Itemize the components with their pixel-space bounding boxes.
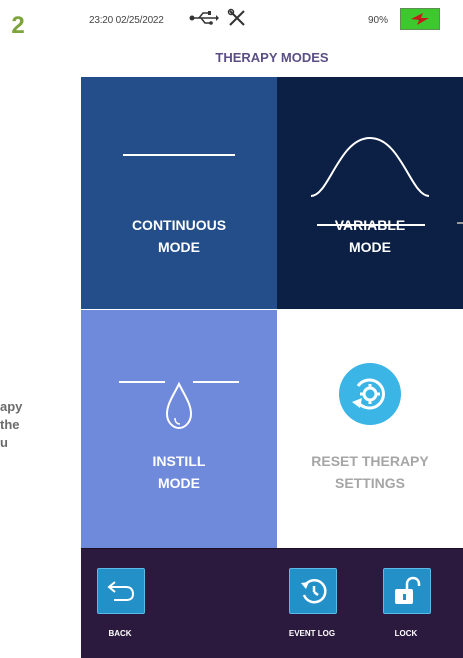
side-caption-line: u — [0, 435, 8, 450]
variable-mode-tile[interactable]: VARIABLE MODE — [277, 77, 463, 309]
usb-icon — [189, 11, 219, 25]
tile-label-line: SETTINGS — [334, 475, 405, 491]
variable-mode-label: VARIABLE MODE — [277, 214, 463, 258]
tile-label-line: RESET THERAPY — [311, 453, 429, 469]
device-screen: 23:20 02/25/2022 90% THERAPY MODES CONTI… — [81, 0, 463, 658]
droplet-icon — [119, 381, 239, 430]
back-label: BACK — [108, 629, 132, 638]
continuous-mode-tile[interactable]: CONTINUOUS MODE — [81, 77, 277, 309]
reset-gear-icon — [339, 363, 401, 425]
back-button[interactable] — [97, 568, 145, 614]
wrench-screwdriver-icon — [227, 8, 245, 26]
back-arrow-icon — [107, 581, 135, 601]
status-datetime: 23:20 02/25/2022 — [89, 15, 164, 26]
reset-therapy-tile[interactable]: RESET THERAPY SETTINGS — [277, 310, 463, 548]
instill-mode-label: INSTILL MODE — [81, 450, 277, 494]
history-icon — [301, 579, 327, 604]
tile-label-line: MODE — [349, 239, 391, 255]
instill-mode-tile[interactable]: INSTILL MODE — [81, 310, 277, 548]
step-number: 2 — [11, 12, 25, 39]
bottom-toolbar: BACK EVENT LOG LOCK — [81, 548, 463, 658]
event-log-button[interactable] — [289, 568, 337, 614]
event-log-label: EVENT LOG — [288, 629, 336, 638]
side-caption-line: the — [0, 417, 20, 432]
tile-label-line: CONTINUOUS — [131, 217, 227, 233]
lock-button[interactable] — [383, 568, 431, 614]
flat-line-icon — [123, 154, 235, 156]
sine-wave-icon — [310, 136, 430, 197]
lock-label: LOCK — [394, 629, 418, 638]
side-caption-line: apy — [0, 399, 23, 414]
unlock-icon — [395, 576, 421, 604]
continuous-mode-label: CONTINUOUS MODE — [81, 214, 277, 258]
callout-line — [317, 224, 425, 226]
tile-label-line: MODE — [158, 475, 200, 491]
battery-charging-icon — [400, 8, 440, 30]
battery-percent: 90% — [368, 15, 389, 26]
status-bar: 23:20 02/25/2022 90% — [81, 0, 463, 40]
page-title: THERAPY MODES — [215, 50, 329, 65]
tile-label-line: INSTILL — [152, 453, 206, 469]
callout-pointer — [457, 222, 463, 224]
reset-therapy-label: RESET THERAPY SETTINGS — [277, 450, 463, 494]
side-caption: apy the u — [0, 398, 62, 452]
tile-label-line: MODE — [158, 239, 200, 255]
